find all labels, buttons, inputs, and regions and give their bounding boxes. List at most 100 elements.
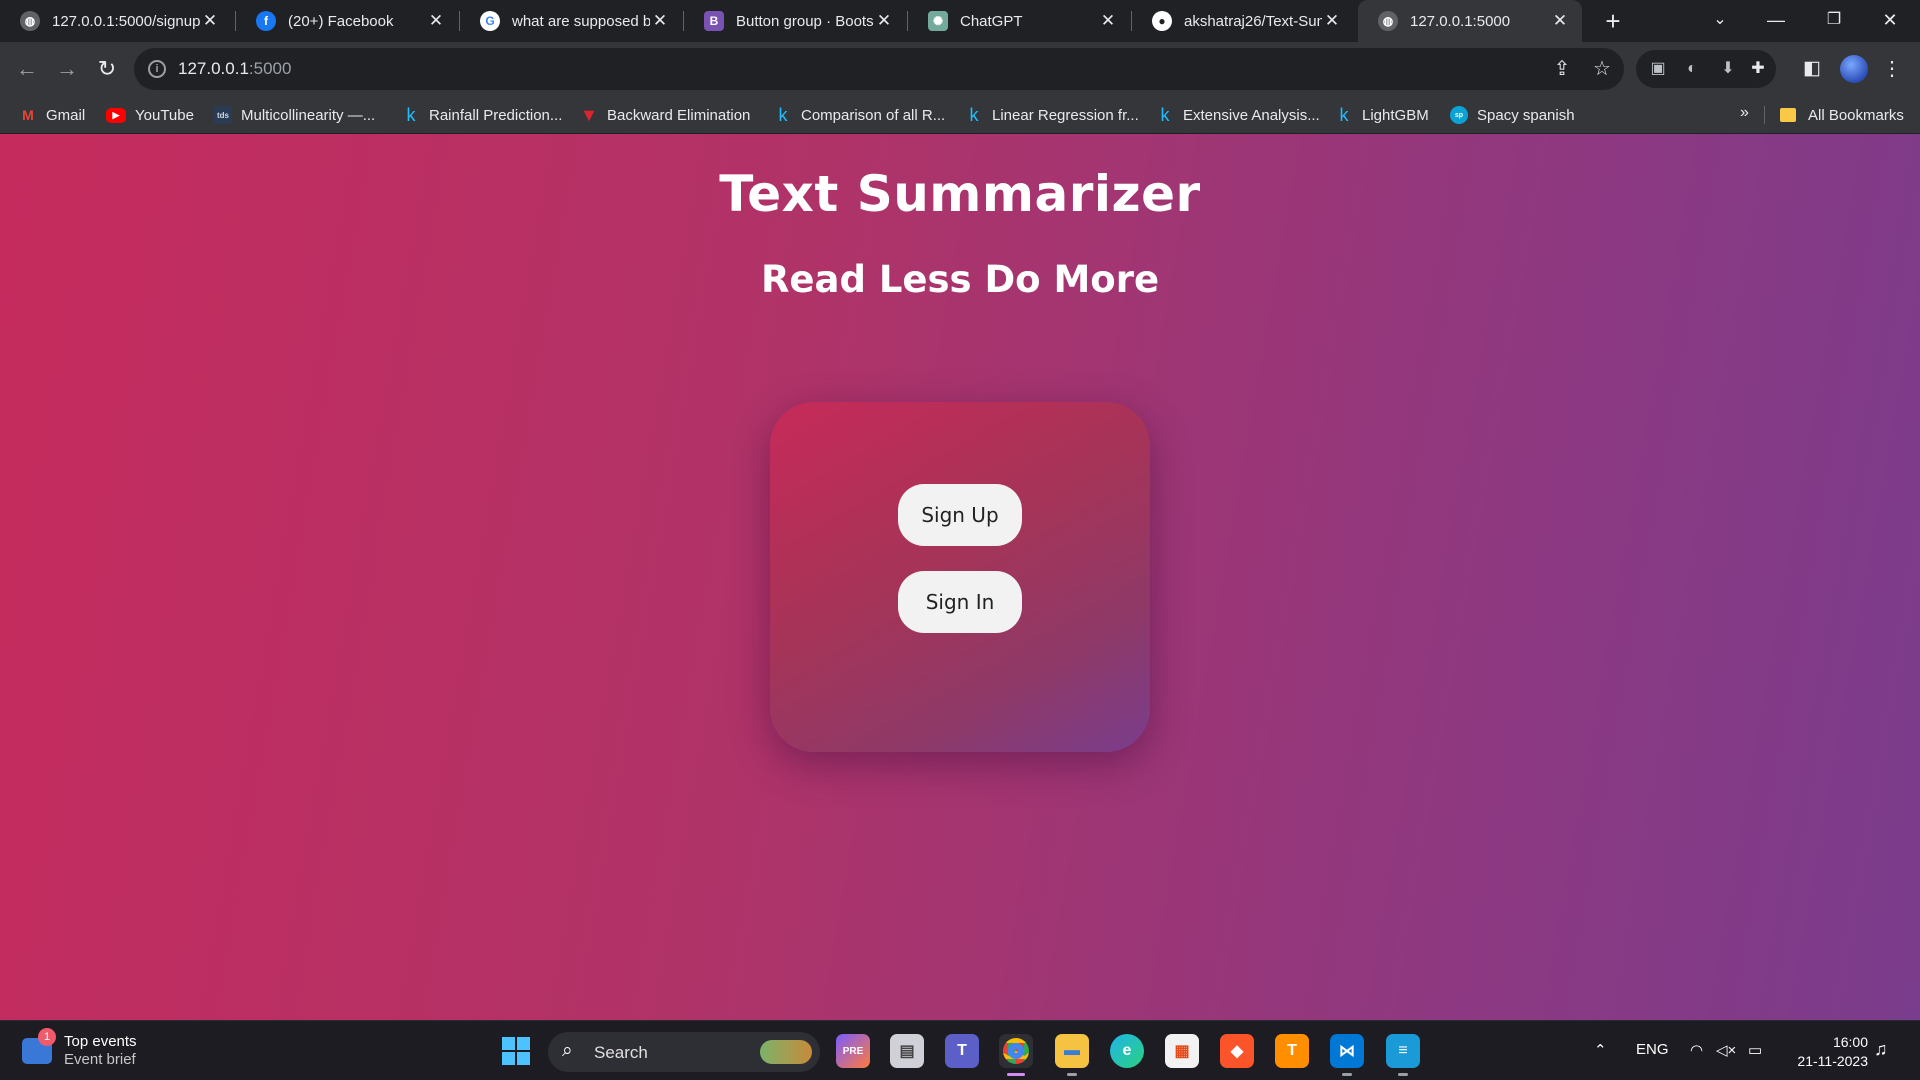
tab-github[interactable]: ● akshatraj26/Text-Sum ✕ (1132, 0, 1354, 42)
extension-icon[interactable]: ◐ (1680, 57, 1704, 81)
search-highlight-art (760, 1040, 812, 1064)
menu-dots-icon[interactable]: ⋮ (1880, 57, 1904, 81)
kaggle-icon: k (1339, 104, 1349, 125)
edge-icon[interactable]: e (1110, 1034, 1144, 1068)
task-view-icon[interactable]: ▤ (890, 1034, 924, 1068)
gmail-icon: M (22, 107, 34, 123)
tab-title: (20+) Facebook (288, 12, 394, 30)
bookmark-label: Extensive Analysis... (1183, 106, 1320, 124)
clock-time: 16:00 (1832, 1034, 1868, 1050)
brave-icon[interactable]: ◆ (1220, 1034, 1254, 1068)
page-content: Text Summarizer Read Less Do More Sign U… (0, 134, 1920, 1020)
close-icon[interactable]: ✕ (650, 11, 670, 31)
star-icon[interactable]: ☆ (1590, 57, 1614, 81)
tab-google-search[interactable]: G what are supposed b ✕ (460, 0, 682, 42)
extensions-group: ▣ ◐ ⬇ ✚ (1636, 50, 1776, 88)
bookmark-extensive-analysis[interactable]: k Extensive Analysis... (1156, 104, 1320, 126)
bookmark-label: YouTube (135, 106, 194, 124)
bookmark-gmail[interactable]: M Gmail (19, 104, 85, 126)
widget-title: Top events (64, 1033, 137, 1050)
taskbar-search[interactable]: ⌕ Search (548, 1032, 820, 1072)
kaggle-icon: k (406, 104, 416, 125)
widgets-button[interactable]: 1 Top events Event brief (22, 1028, 137, 1069)
teams-icon[interactable]: T (945, 1034, 979, 1068)
tab-bootstrap[interactable]: B Button group · Boots ✕ (684, 0, 906, 42)
wifi-icon[interactable]: ◠ (1690, 1041, 1703, 1059)
bookmark-label: LightGBM (1362, 106, 1429, 124)
address-bar[interactable]: i 127.0.0.1:5000 ⇪ ☆ (134, 48, 1624, 90)
share-icon[interactable]: ⇪ (1550, 57, 1574, 81)
close-icon[interactable]: ✕ (1322, 11, 1342, 31)
globe-icon: ◍ (1378, 11, 1398, 31)
side-panel-icon[interactable]: ◧ (1800, 57, 1824, 81)
puzzle-icon[interactable]: ✚ (1746, 57, 1770, 81)
copilot-icon[interactable]: PRE (836, 1034, 870, 1068)
file-explorer-icon[interactable]: ▬ (1055, 1034, 1089, 1076)
volume-muted-icon[interactable]: ◁× (1716, 1041, 1736, 1059)
bookmark-linear-regression[interactable]: k Linear Regression fr... (965, 104, 1139, 126)
google-icon: G (480, 11, 500, 31)
bookmark-label: Gmail (46, 106, 86, 124)
download-icon[interactable]: ⬇ (1716, 57, 1740, 81)
all-bookmarks-button[interactable]: All Bookmarks (1780, 104, 1904, 126)
bookmarks-overflow-button[interactable]: » (1740, 104, 1749, 122)
tab-active-localhost[interactable]: ◍ 127.0.0.1:5000 ✕ (1358, 0, 1582, 42)
bookmark-label: Backward Elimination (607, 106, 751, 124)
tab-signup[interactable]: ◍ 127.0.0.1:5000/signup ✕ (0, 0, 232, 42)
tab-title: Button group · Boots (736, 12, 874, 30)
sign-up-button[interactable]: Sign Up (898, 484, 1022, 546)
tensorflow-icon[interactable]: T (1275, 1034, 1309, 1068)
new-tab-button[interactable]: + (1597, 5, 1629, 37)
close-icon[interactable]: ✕ (1098, 11, 1118, 31)
windows-start-icon[interactable] (502, 1037, 530, 1065)
close-icon[interactable]: ✕ (200, 11, 220, 31)
site-info-icon[interactable]: i (148, 60, 166, 78)
spacy-icon: sp (1450, 106, 1468, 124)
bookmark-label: Rainfall Prediction... (429, 106, 563, 124)
browser-toolbar: ← → ↻ i 127.0.0.1:5000 ⇪ ☆ ▣ ◐ ⬇ ✚ ◧ ⋮ (0, 42, 1920, 96)
bookmark-backward-elimination[interactable]: ▼ Backward Elimination (580, 104, 750, 126)
notification-bell-icon[interactable]: ♫ (1874, 1039, 1888, 1060)
bookmark-multicollinearity[interactable]: tds Multicollinearity —... (214, 104, 375, 126)
chatgpt-icon: ✺ (928, 11, 948, 31)
back-arrow-icon[interactable]: ← (11, 53, 43, 85)
search-icon: ⌕ (562, 1040, 573, 1061)
close-icon[interactable]: ✕ (1550, 11, 1570, 31)
bookmark-rainfall-prediction[interactable]: k Rainfall Prediction... (402, 104, 563, 126)
bookmark-spacy-spanish[interactable]: sp Spacy spanish (1450, 104, 1575, 126)
github-icon: ● (1152, 11, 1172, 31)
extension-icon[interactable]: ▣ (1646, 57, 1670, 81)
chrome-icon[interactable] (999, 1034, 1033, 1076)
notepad-icon[interactable]: ≡ (1386, 1034, 1420, 1076)
close-icon[interactable]: ✕ (874, 11, 894, 31)
store-icon[interactable]: ▦ (1165, 1034, 1199, 1068)
bookmark-comparison[interactable]: k Comparison of all R... (774, 104, 946, 126)
bookmark-youtube[interactable]: ▶ YouTube (106, 104, 194, 126)
language-indicator[interactable]: ENG (1636, 1041, 1669, 1058)
avatar[interactable] (1840, 55, 1868, 83)
address-url: 127.0.0.1:5000 (178, 59, 291, 79)
globe-icon: ◍ (20, 11, 40, 31)
search-label: Search (594, 1043, 648, 1062)
vscode-icon[interactable]: ⋈ (1330, 1034, 1364, 1076)
bookmark-lightgbm[interactable]: k LightGBM (1335, 104, 1429, 126)
tab-chatgpt[interactable]: ✺ ChatGPT ✕ (908, 0, 1130, 42)
tab-facebook[interactable]: f (20+) Facebook ✕ (236, 0, 458, 42)
sign-in-button[interactable]: Sign In (898, 571, 1022, 633)
battery-icon[interactable]: ▭ (1748, 1041, 1762, 1059)
restore-button[interactable]: ❐ (1806, 0, 1862, 40)
tab-search-chevron-icon[interactable]: ⌄ (1692, 0, 1748, 40)
minimize-button[interactable]: — (1748, 0, 1804, 40)
clock[interactable]: 16:00 21-11-2023 (1784, 1033, 1868, 1071)
tab-title: 127.0.0.1:5000/signup (52, 12, 200, 30)
close-window-button[interactable]: ✕ (1862, 0, 1918, 40)
forward-arrow-icon[interactable]: → (51, 53, 83, 85)
widgets-icon: 1 (22, 1028, 56, 1064)
reload-icon[interactable]: ↻ (91, 53, 123, 85)
bookmark-label: Spacy spanish (1477, 106, 1575, 124)
kaggle-icon: k (1160, 104, 1170, 125)
chevron-up-icon[interactable]: ⌃ (1594, 1041, 1607, 1059)
running-indicator (1067, 1073, 1077, 1076)
bookmark-label: Multicollinearity —... (241, 106, 376, 124)
close-icon[interactable]: ✕ (426, 11, 446, 31)
